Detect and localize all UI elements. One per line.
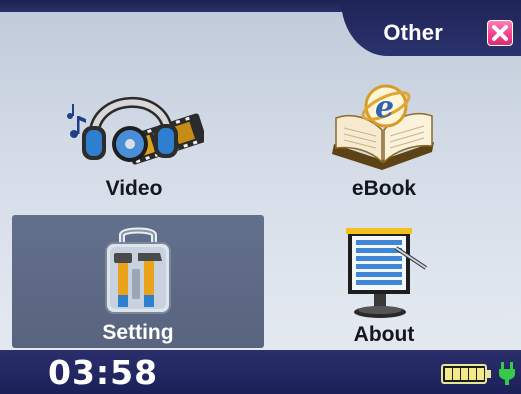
menu-item-label: Setting	[102, 321, 174, 344]
close-button[interactable]	[487, 20, 513, 46]
menu-item-about[interactable]: About	[258, 218, 510, 351]
menu-item-label: Video	[105, 177, 163, 200]
video-icon	[67, 96, 204, 165]
menu-item-ebook[interactable]: e eBook	[258, 72, 510, 205]
about-icon	[346, 228, 428, 318]
close-icon	[492, 25, 508, 41]
svg-text:e: e	[375, 90, 394, 125]
page-title: Other	[383, 20, 443, 45]
menu-item-video[interactable]: Video	[8, 72, 260, 205]
ebook-icon: e	[332, 84, 434, 170]
plug-icon	[499, 362, 515, 385]
menu-item-label: About	[353, 323, 415, 346]
clock: 03:58	[48, 353, 159, 392]
status-bar: 03:58	[0, 350, 521, 394]
toolbox-icon	[105, 227, 171, 314]
menu-item-setting[interactable]: Setting	[12, 215, 264, 348]
screen: Other Video e eBook Setting About 03:58	[0, 0, 521, 394]
battery-icon	[441, 364, 491, 384]
menu-item-label: eBook	[351, 177, 417, 200]
